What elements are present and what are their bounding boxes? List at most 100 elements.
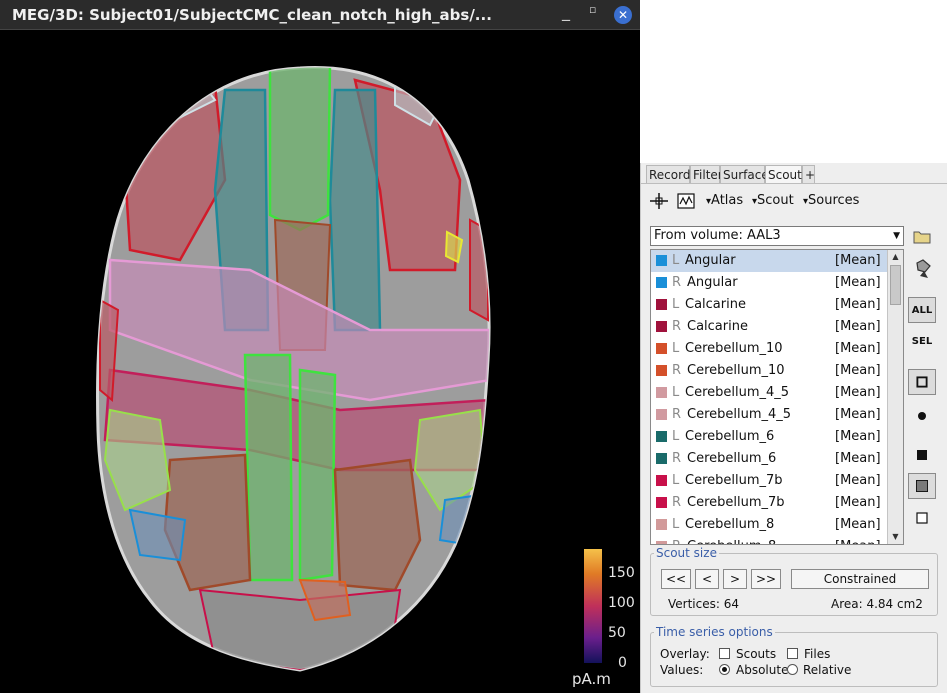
scout-function: [Mean] bbox=[835, 536, 881, 544]
sources-menu[interactable]: ▾Sources bbox=[803, 193, 859, 208]
scroll-up-icon[interactable]: ▲ bbox=[888, 250, 903, 264]
scout-row[interactable]: L Cerebellum_10 [Mean] bbox=[651, 338, 888, 360]
scout-color-swatch bbox=[656, 431, 667, 442]
folder-open-icon[interactable] bbox=[908, 227, 936, 247]
scout-name: Cerebellum_4_5 bbox=[685, 385, 790, 400]
scout-row[interactable]: R Angular [Mean] bbox=[651, 272, 888, 294]
scout-name: Calcarine bbox=[687, 319, 748, 334]
colorbar bbox=[584, 549, 602, 663]
show-all-button[interactable]: ALL bbox=[908, 297, 936, 323]
colorbar-tick: 50 bbox=[608, 625, 626, 641]
scout-row[interactable]: R Calcarine [Mean] bbox=[651, 316, 888, 338]
scout-name: Angular bbox=[687, 275, 738, 290]
scout-color-swatch bbox=[656, 541, 667, 544]
scout-hemisphere: L bbox=[672, 253, 680, 268]
filled-square-icon[interactable] bbox=[908, 442, 936, 468]
gray-square-icon[interactable] bbox=[908, 473, 936, 499]
scout-row[interactable]: L Cerebellum_4_5 [Mean] bbox=[651, 382, 888, 404]
overlay-files-label: Files bbox=[804, 647, 831, 661]
colorbar-tick: 0 bbox=[618, 655, 627, 671]
scout-hemisphere: R bbox=[672, 275, 682, 290]
absolute-label: Absolute bbox=[736, 663, 789, 677]
scout-function: [Mean] bbox=[835, 473, 881, 488]
tab-add[interactable]: + bbox=[802, 165, 815, 184]
scout-function: [Mean] bbox=[835, 319, 881, 334]
tab-record[interactable]: Record bbox=[646, 165, 690, 184]
atlas-menu[interactable]: ▾Atlas bbox=[706, 193, 743, 208]
scout-color-swatch bbox=[656, 343, 667, 354]
tab-scout[interactable]: Scout bbox=[765, 165, 802, 184]
scout-function: [Mean] bbox=[835, 275, 881, 290]
show-selected-button[interactable]: SEL bbox=[908, 329, 936, 355]
absolute-radio[interactable] bbox=[719, 664, 730, 675]
atlas-select[interactable]: From volume: AAL3 ▼ bbox=[650, 226, 904, 246]
scout-list[interactable]: L Angular [Mean] R Angular [Mean] L Calcarine [M… bbox=[650, 249, 904, 545]
scout-row[interactable]: L Cerebellum_7b [Mean] bbox=[651, 470, 888, 492]
scout-hemisphere: R bbox=[672, 451, 682, 466]
scout-hemisphere: R bbox=[672, 407, 682, 422]
scout-row[interactable]: R Cerebellum_10 [Mean] bbox=[651, 360, 888, 382]
scout-row[interactable]: L Angular [Mean] bbox=[651, 250, 888, 272]
time-series-legend: Time series options bbox=[656, 625, 773, 639]
values-label: Values: bbox=[660, 663, 704, 677]
grow-less-2-button[interactable]: << bbox=[661, 569, 691, 589]
area-value: Area: 4.84 cm2 bbox=[831, 597, 923, 611]
figure-window: MEG/3D: Subject01/SubjectCMC_clean_notch… bbox=[0, 0, 640, 693]
scout-row[interactable]: R Cerebellum_6 [Mean] bbox=[651, 448, 888, 470]
relative-label: Relative bbox=[803, 663, 852, 677]
scout-color-swatch bbox=[656, 299, 667, 310]
scout-function: [Mean] bbox=[835, 385, 881, 400]
grow-more-button[interactable]: > bbox=[723, 569, 747, 589]
scout-color-swatch bbox=[656, 519, 667, 530]
scroll-thumb[interactable] bbox=[890, 265, 901, 305]
contour-square-icon[interactable] bbox=[908, 369, 936, 395]
scout-hemisphere: L bbox=[672, 473, 680, 488]
scout-function: [Mean] bbox=[835, 297, 881, 312]
minimize-icon[interactable]: _ bbox=[562, 2, 570, 21]
scout-row[interactable]: R Cerebellum_4_5 [Mean] bbox=[651, 404, 888, 426]
overlay-files-checkbox[interactable] bbox=[787, 648, 798, 659]
grow-less-button[interactable]: < bbox=[695, 569, 719, 589]
dot-icon[interactable] bbox=[908, 403, 936, 429]
close-icon[interactable]: ✕ bbox=[614, 6, 632, 24]
scout-name: Angular bbox=[685, 253, 736, 268]
tab-filter[interactable]: Filter bbox=[690, 165, 723, 184]
scout-name: Cerebellum_6 bbox=[687, 451, 777, 466]
timeseries-icon[interactable] bbox=[677, 193, 695, 209]
scout-row[interactable]: L Cerebellum_6 [Mean] bbox=[651, 426, 888, 448]
scout-hemisphere: R bbox=[672, 363, 682, 378]
scout-row[interactable]: R Cerebellum_8 [Mean] bbox=[651, 536, 888, 544]
scout-function: [Mean] bbox=[835, 253, 881, 268]
scout-row[interactable]: R Cerebellum_7b [Mean] bbox=[651, 492, 888, 514]
scout-color-swatch bbox=[656, 321, 667, 332]
scroll-down-icon[interactable]: ▼ bbox=[888, 530, 903, 544]
empty-square-icon[interactable] bbox=[908, 505, 936, 531]
overlay-scouts-checkbox[interactable] bbox=[719, 648, 730, 659]
colorbar-tick: 150 bbox=[608, 565, 635, 581]
scout-row[interactable]: L Cerebellum_8 [Mean] bbox=[651, 514, 888, 536]
scout-color-swatch bbox=[656, 409, 667, 420]
brain-load-icon[interactable] bbox=[908, 257, 936, 281]
colorbar-unit: pA.m bbox=[572, 670, 611, 688]
tab-surface[interactable]: Surface bbox=[720, 165, 769, 184]
crosshair-icon[interactable] bbox=[650, 193, 668, 209]
scout-size-legend: Scout size bbox=[656, 546, 717, 560]
constrained-button[interactable]: Constrained bbox=[791, 569, 929, 589]
scout-row[interactable]: L Calcarine [Mean] bbox=[651, 294, 888, 316]
scout-menu[interactable]: ▾Scout bbox=[752, 193, 794, 208]
scout-hemisphere: L bbox=[672, 297, 680, 312]
grow-more-2-button[interactable]: >> bbox=[751, 569, 781, 589]
scout-name: Cerebellum_7b bbox=[687, 495, 785, 510]
scout-name: Cerebellum_10 bbox=[687, 363, 785, 378]
scout-color-swatch bbox=[656, 365, 667, 376]
scout-hemisphere: L bbox=[672, 341, 680, 356]
restore-icon[interactable]: ▫ bbox=[589, 3, 596, 16]
colorbar-tick: 100 bbox=[608, 595, 635, 611]
brain-surface-view[interactable] bbox=[0, 30, 640, 693]
scout-list-scrollbar[interactable]: ▲ ▼ bbox=[887, 250, 903, 544]
figure-title: MEG/3D: Subject01/SubjectCMC_clean_notch… bbox=[12, 6, 492, 24]
scout-color-swatch bbox=[656, 255, 667, 266]
relative-radio[interactable] bbox=[787, 664, 798, 675]
scout-name: Cerebellum_6 bbox=[685, 429, 775, 444]
scout-function: [Mean] bbox=[835, 407, 881, 422]
